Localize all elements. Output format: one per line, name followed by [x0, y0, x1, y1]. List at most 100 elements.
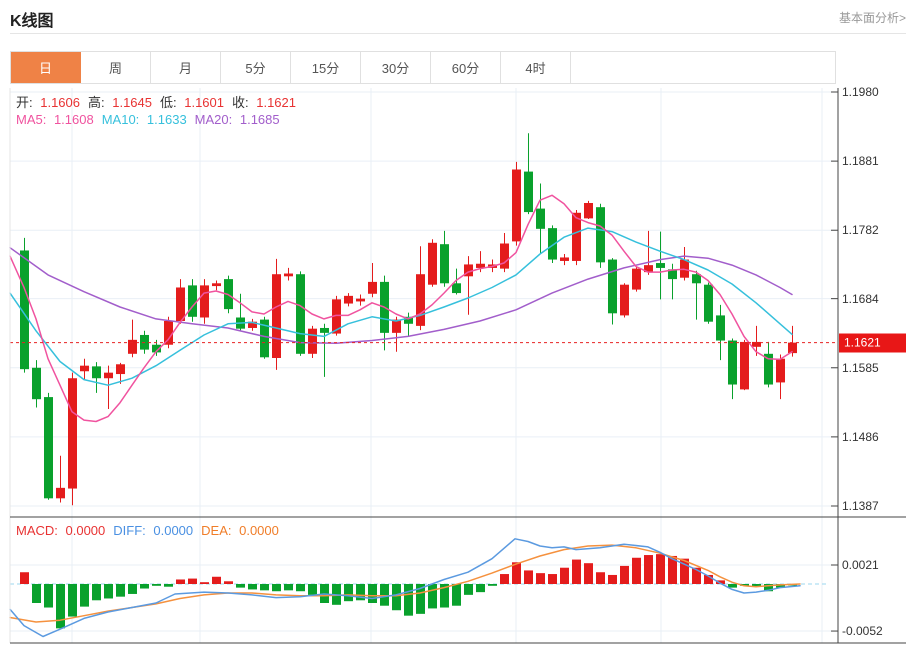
macd-bar: [20, 572, 29, 584]
macd-bar: [476, 584, 485, 593]
candle-body: [164, 320, 173, 345]
macd-bar: [32, 584, 41, 603]
macd-bar: [608, 574, 617, 584]
macd-bar: [392, 584, 401, 611]
candle-body: [680, 259, 689, 278]
candle-body: [320, 327, 329, 333]
candle-body: [692, 274, 701, 284]
macd-bar: [536, 573, 545, 584]
macd-bar: [488, 584, 497, 586]
candle-body: [104, 372, 113, 379]
y-axis-label: 1.1486: [842, 429, 879, 444]
legend-item: MA10: 1.1633: [101, 112, 187, 127]
candle-body: [704, 284, 713, 322]
macd-bar: [92, 584, 101, 601]
macd-bar: [224, 581, 233, 584]
macd-bar: [236, 584, 245, 588]
macd-bar: [500, 574, 509, 584]
macd-bar: [620, 565, 629, 584]
legend-item: 低: 1.1601: [160, 95, 224, 110]
y-axis-label: 1.1585: [842, 360, 879, 375]
candle-body: [608, 259, 617, 314]
y-axis-label: 1.1387: [842, 499, 879, 513]
macd-bar: [140, 584, 149, 589]
candle-body: [716, 315, 725, 341]
macd-bar: [728, 584, 737, 588]
candle-body: [128, 339, 137, 354]
legend-item: MACD: 0.0000: [16, 523, 106, 538]
macd-bar: [128, 584, 137, 594]
candle-body: [92, 366, 101, 379]
candle-body: [176, 287, 185, 321]
y-axis-label: 1.1782: [842, 223, 879, 238]
macd-bar: [164, 584, 173, 587]
legend-item: DEA: 0.0000: [201, 523, 279, 538]
macd-bar: [68, 584, 77, 617]
macd-bar: [548, 574, 557, 584]
candle-body: [776, 358, 785, 383]
macd-bar: [116, 584, 125, 597]
candle-body: [272, 274, 281, 358]
candle-body: [536, 208, 545, 229]
candle-body: [632, 268, 641, 290]
macd-bar: [152, 584, 161, 586]
candle-body: [572, 212, 581, 261]
macd-bar: [560, 567, 569, 584]
y-axis-label: 1.1980: [842, 85, 879, 99]
macd-bar: [212, 576, 221, 584]
candle-body: [440, 244, 449, 284]
candle-body: [584, 203, 593, 219]
candle-body: [596, 207, 605, 263]
macd-bar: [308, 584, 317, 595]
candle-body: [32, 367, 41, 400]
macd-bar: [428, 584, 437, 609]
candle-body: [80, 365, 89, 372]
macd-bar: [344, 584, 353, 602]
macd-bar: [524, 570, 533, 584]
y-axis-label: 1.1684: [842, 291, 879, 306]
macd-bar: [104, 584, 113, 599]
y-axis-label: 0.0021: [842, 558, 879, 572]
macd-bar: [56, 584, 65, 629]
legend-item: 收: 1.1621: [232, 95, 296, 110]
macd-legend: MACD: 0.0000 DIFF: 0.0000 DEA: 0.0000: [16, 523, 287, 538]
macd-bar: [596, 572, 605, 584]
legend-item: MA5: 1.1608: [16, 112, 94, 127]
macd-bar: [44, 584, 53, 608]
ohlc-legend: 开: 1.1606 高: 1.1645 低: 1.1601 收: 1.1621: [16, 92, 304, 111]
candle-body: [416, 274, 425, 326]
legend-item: MA20: 1.1685: [194, 112, 280, 127]
candle-body: [512, 169, 521, 242]
macd-bar: [80, 584, 89, 607]
candle-body: [284, 273, 293, 277]
candle-body: [356, 298, 365, 302]
macd-bar: [572, 559, 581, 584]
macd-bar: [176, 579, 185, 584]
candle-body: [200, 285, 209, 318]
ma5-line: [9, 194, 793, 423]
candle-body: [344, 295, 353, 304]
macd-bar: [584, 563, 593, 584]
macd-bar: [452, 584, 461, 606]
macd-bar: [200, 582, 209, 584]
candle-body: [740, 341, 749, 390]
y-axis-label: 1.1881: [842, 154, 879, 169]
candle-body: [212, 283, 221, 287]
ma-legend: MA5: 1.1608 MA10: 1.1633 MA20: 1.1685: [16, 112, 288, 127]
candle-body: [56, 487, 65, 499]
candle-body: [68, 378, 77, 489]
macd-bar: [464, 584, 473, 595]
candle-body: [500, 243, 509, 269]
macd-bar: [644, 555, 653, 584]
candle-body: [308, 328, 317, 354]
current-price-badge: 1.1621: [839, 333, 906, 353]
macd-bar: [404, 584, 413, 616]
ma10-line: [9, 227, 793, 386]
macd-bar: [656, 554, 665, 584]
legend-item: DIFF: 0.0000: [113, 523, 194, 538]
candle-body: [728, 340, 737, 385]
candle-body: [620, 284, 629, 316]
macd-bar: [380, 584, 389, 606]
candle-body: [116, 364, 125, 375]
macd-bar: [632, 557, 641, 584]
